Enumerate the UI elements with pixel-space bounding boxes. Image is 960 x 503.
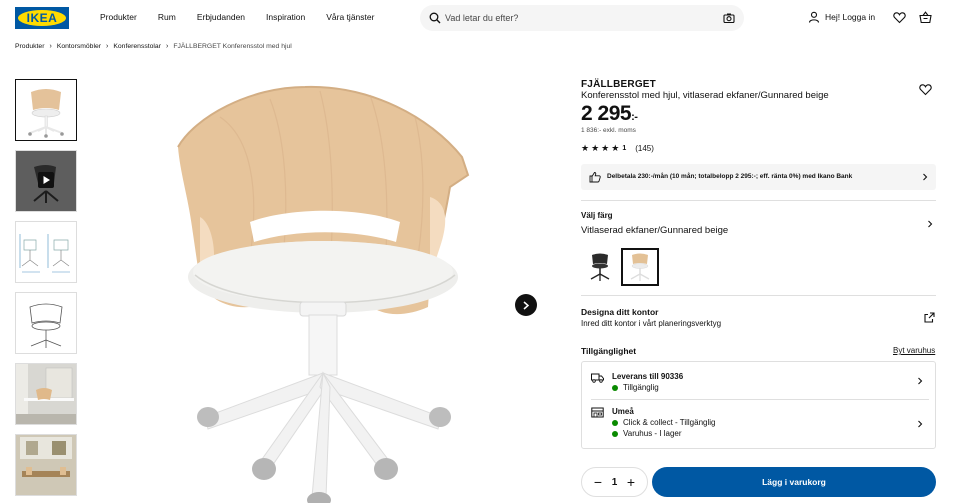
- breadcrumb-item[interactable]: Konferensstolar: [113, 43, 161, 50]
- quantity-value[interactable]: 1: [612, 477, 618, 488]
- nav-item-rum[interactable]: Rum: [158, 12, 176, 22]
- favourite-heart-icon[interactable]: [919, 83, 932, 96]
- oak-chair-swatch-image: [630, 253, 650, 281]
- color-label: Välj färg: [581, 211, 613, 220]
- user-icon: [808, 11, 820, 23]
- divider: [581, 295, 936, 296]
- rating-count: (145): [635, 144, 654, 153]
- breadcrumb-item[interactable]: Produkter: [15, 43, 44, 50]
- financing-text: Delbetala 230:-/mån (10 mån; totalbelopp…: [607, 173, 853, 180]
- product-price: 2 295:-: [581, 102, 638, 126]
- financing-banner[interactable]: Delbetala 230:-/mån (10 mån; totalbelopp…: [581, 164, 936, 190]
- nav-item-erbjudanden[interactable]: Erbjudanden: [197, 12, 245, 22]
- conference-photo-image: [16, 435, 76, 495]
- chair-image: [177, 85, 470, 503]
- rating-value: 1: [622, 145, 627, 152]
- price-excl-vat: 1 836:- exkl. moms: [581, 127, 636, 134]
- main-product-image[interactable]: [100, 77, 548, 503]
- black-chair-swatch-image: [590, 253, 610, 281]
- status-dot: [612, 419, 618, 426]
- chevron-right-icon: ›: [106, 43, 109, 50]
- site-header: IKEA Produkter Rum Erbjudanden Inspirati…: [0, 0, 960, 36]
- delivery-status-text: Tillgänglig: [623, 383, 659, 392]
- external-link-icon[interactable]: [924, 312, 935, 323]
- chevron-right-icon: [918, 420, 923, 428]
- chevron-right-icon[interactable]: [926, 220, 934, 228]
- nav-item-tjanster[interactable]: Våra tjänster: [326, 12, 374, 22]
- design-subtitle: Inred ditt kontor i vårt planeringsverkt…: [581, 319, 722, 328]
- decrease-quantity-button[interactable]: −: [592, 475, 604, 489]
- thumbnail-chair-front[interactable]: [15, 79, 77, 141]
- login-label: Hej! Logga in: [825, 12, 876, 22]
- search-input[interactable]: Vad letar du efter?: [420, 5, 744, 31]
- delivery-status: Tillgänglig: [612, 383, 659, 392]
- increase-quantity-button[interactable]: +: [625, 475, 637, 489]
- star-icon: ★: [581, 143, 590, 153]
- star-icon: ★: [591, 143, 600, 153]
- thumbnail-video[interactable]: [15, 150, 77, 212]
- logo-oval: IKEA: [18, 10, 66, 26]
- product-rating[interactable]: ★ ★ ★ ★ 1 (145): [581, 143, 654, 154]
- product-description: Konferensstol med hjul, vitlaserad ekfan…: [581, 90, 829, 101]
- price-suffix: :-: [631, 111, 638, 123]
- status-dot: [612, 430, 618, 437]
- change-store-link[interactable]: Byt varuhus: [893, 346, 935, 355]
- product-name: FJÄLLBERGET: [581, 79, 656, 90]
- status-dot: [612, 384, 618, 391]
- star-icon: ★: [601, 143, 610, 153]
- click-collect-status: Click & collect - Tillgänglig: [612, 418, 715, 427]
- room-photo-image: [16, 364, 76, 424]
- nav-item-produkter[interactable]: Produkter: [100, 12, 137, 22]
- store-icon: [591, 407, 604, 418]
- video-thumbnail-image: [16, 151, 76, 211]
- measurement-drawing-image: [19, 234, 70, 273]
- breadcrumb-current: FJÄLLBERGET Konferensstol med hjul: [173, 43, 292, 50]
- availability-title: Tillgänglighet: [581, 346, 637, 356]
- store-stock-text: Varuhus - I lager: [623, 429, 682, 438]
- chevron-right-icon: ›: [165, 43, 169, 50]
- ikea-logo[interactable]: IKEA: [15, 7, 69, 29]
- login-link[interactable]: Hej! Logga in: [808, 11, 875, 23]
- thumbnail-room-conference[interactable]: [15, 434, 77, 496]
- thumbs-up-icon: [589, 172, 601, 183]
- chevron-right-icon: [523, 300, 530, 310]
- thumbnail-room-desk[interactable]: [15, 363, 77, 425]
- main-nav: Produkter Rum Erbjudanden Inspiration Vå…: [100, 12, 395, 22]
- search-icon: [429, 12, 441, 24]
- thumbnail-line-drawing[interactable]: [15, 292, 77, 354]
- nav-item-inspiration[interactable]: Inspiration: [266, 12, 305, 22]
- store-title: Umeå: [612, 407, 634, 416]
- line-drawing-image: [29, 303, 63, 348]
- breadcrumb: Produkter › Kontorsmöbler › Konferenssto…: [15, 43, 292, 50]
- chair-thumbnail-image: [28, 89, 64, 138]
- logo-text: IKEA: [26, 11, 58, 25]
- quantity-stepper: − 1 +: [581, 467, 648, 497]
- color-swatch-oak-beige[interactable]: [621, 248, 659, 286]
- color-swatch-black[interactable]: [581, 248, 619, 286]
- chevron-right-icon: [923, 173, 928, 181]
- store-stock-status: Varuhus - I lager: [612, 429, 682, 438]
- search-placeholder: Vad letar du efter?: [445, 13, 519, 23]
- color-value: Vitlaserad ekfaner/Gunnared beige: [581, 225, 729, 236]
- next-image-button[interactable]: [515, 294, 537, 316]
- thumbnail-measurements[interactable]: [15, 221, 77, 283]
- availability-box: Leverans till 90336 Tillgänglig Umeå Cli…: [581, 361, 936, 449]
- chevron-right-icon: [918, 377, 923, 385]
- price-value: 2 295: [581, 102, 632, 125]
- camera-icon[interactable]: [723, 12, 735, 24]
- truck-icon: [591, 373, 604, 383]
- breadcrumb-item[interactable]: Kontorsmöbler: [57, 43, 101, 50]
- star-icon: ★: [611, 143, 620, 153]
- click-collect-text: Click & collect - Tillgänglig: [623, 418, 716, 427]
- add-to-cart-button[interactable]: Lägg i varukorg: [652, 467, 936, 497]
- divider: [581, 200, 936, 201]
- shopping-bag-icon[interactable]: [919, 11, 932, 24]
- delivery-title: Leverans till 90336: [612, 372, 684, 381]
- chevron-right-icon: ›: [49, 43, 52, 50]
- heart-icon[interactable]: [893, 11, 906, 24]
- delivery-row[interactable]: Leverans till 90336 Tillgänglig: [582, 362, 935, 399]
- store-row[interactable]: Umeå Click & collect - Tillgänglig Varuh…: [582, 400, 935, 448]
- design-title: Designa ditt kontor: [581, 307, 659, 317]
